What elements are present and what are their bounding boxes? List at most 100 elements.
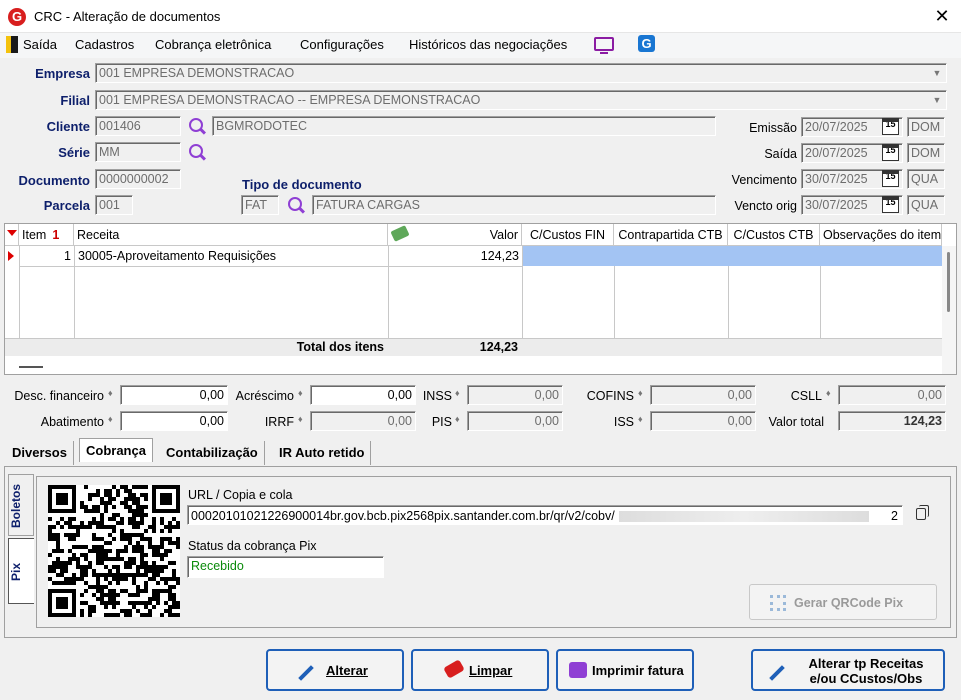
- inss-field: 0,00: [467, 385, 563, 405]
- money-icon: [390, 225, 410, 242]
- alterar-tp-receitas-button[interactable]: Alterar tp Receitas e/ou CCustos/Obs: [751, 649, 945, 691]
- abatimento-label: Abatimento: [40, 415, 104, 429]
- pencil-icon: [769, 665, 785, 681]
- title-bar: G CRC - Alteração de documentos ✕: [0, 0, 961, 33]
- collapse-handle[interactable]: [19, 366, 43, 368]
- url-field[interactable]: 00020101021226900014br.gov.bcb.pix2568pi…: [187, 505, 903, 525]
- limpar-button[interactable]: Limpar: [411, 649, 549, 691]
- grid-line: [19, 246, 20, 338]
- irrf-label: IRRF: [264, 415, 294, 429]
- empresa-label: Empresa: [35, 66, 90, 81]
- empresa-select[interactable]: 001 EMPRESA DEMONSTRACAO: [95, 63, 947, 83]
- irrf-field: 0,00: [310, 411, 416, 431]
- search-icon[interactable]: [189, 118, 203, 132]
- monitor-icon[interactable]: [594, 37, 614, 54]
- tab-diversos[interactable]: Diversos: [6, 441, 74, 465]
- calendar-icon[interactable]: 15: [882, 196, 899, 213]
- abatimento-field[interactable]: 0,00: [120, 411, 228, 431]
- calendar-icon[interactable]: 15: [882, 118, 899, 135]
- tab-contabilizacao[interactable]: Contabilização: [160, 441, 265, 465]
- col-header-valor[interactable]: Valor: [388, 224, 522, 246]
- alterar-button[interactable]: Alterar: [266, 649, 404, 691]
- calendar-icon[interactable]: 15: [882, 170, 899, 187]
- selected-row-highlight[interactable]: [523, 246, 942, 266]
- menu-saida[interactable]: Saída: [23, 37, 57, 52]
- emissao-label: Emissão: [749, 121, 797, 135]
- pencil-icon: [298, 665, 314, 681]
- url-label: URL / Copia e cola: [188, 488, 293, 502]
- current-row-arrow-icon: [8, 251, 14, 261]
- saida-label: Saída: [764, 147, 797, 161]
- sort-order-icon: 1: [52, 228, 60, 242]
- menu-configuracoes[interactable]: Configurações: [300, 37, 384, 52]
- chevron-down-icon[interactable]: ▼: [930, 91, 944, 109]
- imprimir-fatura-button[interactable]: Imprimir fatura: [556, 649, 694, 691]
- cofins-field: 0,00: [650, 385, 756, 405]
- search-icon[interactable]: [288, 197, 302, 211]
- grid-line: [74, 246, 75, 338]
- col-header-receita[interactable]: Receita: [74, 224, 388, 246]
- acrescimo-label: Acréscimo: [235, 389, 294, 403]
- inss-label: INSS: [422, 389, 452, 403]
- cell-item[interactable]: 1: [19, 246, 74, 266]
- chevron-down-icon[interactable]: ▼: [930, 64, 944, 82]
- parcela-field[interactable]: 001: [95, 195, 133, 215]
- cell-receita[interactable]: 30005-Aproveitamento Requisições: [75, 246, 388, 266]
- close-icon[interactable]: ✕: [930, 4, 954, 28]
- scroll-thumb[interactable]: [947, 252, 950, 312]
- cell-valor[interactable]: 124,23: [389, 246, 522, 266]
- status-label: Status da cobrança Pix: [188, 539, 317, 553]
- vencto-orig-day: QUA: [907, 195, 945, 215]
- items-grid: Item 1 Receita Valor C/Custos FIN Contrap…: [4, 223, 957, 375]
- grid-line: [728, 266, 729, 338]
- g-app-icon[interactable]: G: [638, 35, 655, 52]
- cofins-label: COFINS: [586, 389, 634, 403]
- side-tab-boletos[interactable]: Boletos: [8, 474, 34, 536]
- tab-ir-auto-retido[interactable]: IR Auto retido: [273, 441, 372, 465]
- app-logo-icon: G: [8, 8, 26, 26]
- sort-arrow-icon[interactable]: [7, 230, 17, 236]
- grid-corner: [5, 224, 19, 246]
- cliente-label: Cliente: [46, 119, 90, 134]
- info-icon: ♦: [455, 388, 460, 398]
- row-indicator: [5, 246, 19, 266]
- info-icon: ♦: [638, 414, 643, 424]
- calendar-icon[interactable]: 15: [882, 144, 899, 161]
- info-icon: ♦: [826, 388, 831, 398]
- documento-label: Documento: [18, 173, 91, 188]
- qr-code-image: [48, 485, 180, 617]
- copy-icon[interactable]: [916, 505, 929, 520]
- side-tab-pix[interactable]: Pix: [8, 538, 34, 604]
- info-icon: ♦: [298, 388, 303, 398]
- info-icon: ♦: [108, 414, 113, 424]
- col-header-observacoes[interactable]: Observações do item: [820, 224, 942, 246]
- cliente-code-field[interactable]: 001406: [95, 116, 181, 136]
- exit-door-icon[interactable]: [6, 36, 18, 53]
- serie-field[interactable]: MM: [95, 142, 181, 162]
- window-title: CRC - Alteração de documentos: [34, 9, 221, 24]
- col-header-ccustos-fin[interactable]: C/Custos FIN: [522, 224, 614, 246]
- desc-financeiro-field[interactable]: 0,00: [120, 385, 228, 405]
- grid-line: [820, 266, 821, 338]
- search-icon[interactable]: [189, 144, 203, 158]
- saida-day: DOM: [907, 143, 945, 163]
- col-header-contrapartida[interactable]: Contrapartida CTB: [614, 224, 728, 246]
- menu-historicos[interactable]: Históricos das negociações: [409, 37, 567, 52]
- grid-scrollbar[interactable]: [942, 246, 956, 374]
- iss-label: ISS: [613, 415, 634, 429]
- total-itens-label: Total dos itens: [296, 340, 384, 354]
- tipo-documento-name: FATURA CARGAS: [312, 195, 716, 215]
- menu-cadastros[interactable]: Cadastros: [75, 37, 134, 52]
- tipo-documento-code[interactable]: FAT: [241, 195, 279, 215]
- filial-label: Filial: [60, 93, 90, 108]
- tab-cobranca[interactable]: Cobrança: [79, 438, 153, 462]
- col-header-ccustos-ctb[interactable]: C/Custos CTB: [728, 224, 820, 246]
- acrescimo-field[interactable]: 0,00: [310, 385, 416, 405]
- col-header-item[interactable]: Item 1: [19, 224, 74, 246]
- menu-cobranca-eletronica[interactable]: Cobrança eletrônica: [155, 37, 271, 52]
- filial-select[interactable]: 001 EMPRESA DEMONSTRACAO -- EMPRESA DEMO…: [95, 90, 947, 110]
- documento-field[interactable]: 0000000002: [95, 169, 181, 189]
- gerar-qrcode-button[interactable]: Gerar QRCode Pix: [749, 584, 937, 620]
- vencimento-day: QUA: [907, 169, 945, 189]
- info-icon: ♦: [298, 414, 303, 424]
